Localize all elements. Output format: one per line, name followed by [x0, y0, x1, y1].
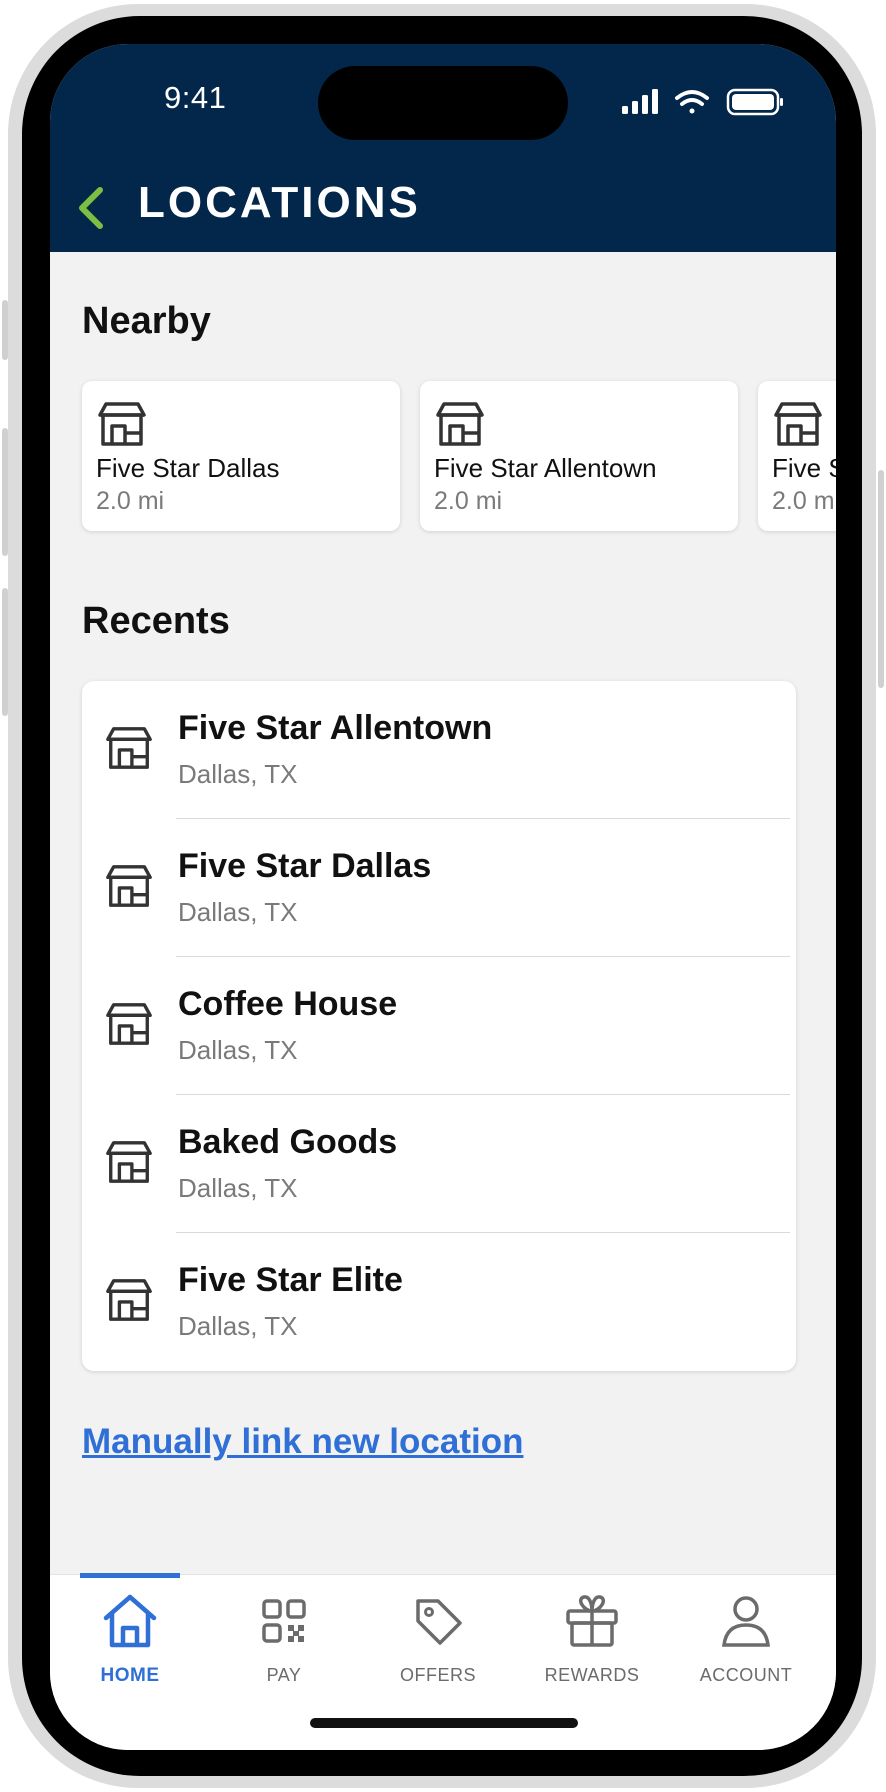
- nearby-card-name: Five Star Allentown: [434, 453, 657, 483]
- store-icon: [106, 1003, 152, 1045]
- recent-location-city: Dallas, TX: [178, 1035, 298, 1065]
- side-button-left-3: [2, 588, 8, 716]
- side-button-left-2: [2, 428, 8, 556]
- recent-location-item[interactable]: Five Star Allentown Dallas, TX: [82, 681, 796, 819]
- signal-icon: [622, 89, 658, 114]
- recent-location-item[interactable]: Five Star Dallas Dallas, TX: [82, 819, 796, 957]
- store-icon: [106, 1279, 152, 1321]
- recents-list: Five Star Allentown Dallas, TX Five Star…: [82, 681, 796, 1371]
- store-icon: [98, 402, 146, 446]
- qr-code-icon: [262, 1599, 306, 1643]
- tab-label: PAY: [266, 1665, 302, 1685]
- recent-location-name: Five Star Elite: [178, 1261, 403, 1299]
- status-time: 9:41: [164, 80, 227, 115]
- nearby-card-name: Five Star Dallas: [96, 453, 280, 483]
- back-chevron-icon[interactable]: [76, 186, 106, 230]
- recent-location-city: Dallas, TX: [178, 1173, 298, 1203]
- tab-home[interactable]: HOME: [60, 1591, 200, 1701]
- nearby-card-distance: 2.0 mi: [96, 487, 165, 515]
- store-icon: [106, 1141, 152, 1183]
- tab-account[interactable]: ACCOUNT: [676, 1591, 816, 1701]
- store-icon: [106, 865, 152, 907]
- tab-label: OFFERS: [399, 1665, 476, 1685]
- recent-location-name: Coffee House: [178, 985, 398, 1023]
- user-icon: [722, 1596, 770, 1647]
- gift-icon: [566, 1595, 618, 1647]
- tab-offers[interactable]: OFFERS: [368, 1591, 508, 1701]
- screen: 9:41 LOCATIONS Nearby Five Star Dallas 2…: [50, 44, 836, 1750]
- recent-location-name: Five Star Allentown: [178, 709, 493, 747]
- manually-link-location-link[interactable]: Manually link new location: [82, 1422, 523, 1462]
- tab-label: HOME: [100, 1665, 160, 1686]
- store-icon: [774, 402, 822, 446]
- nearby-card[interactable]: Five Star Dallas 2.0 mi: [82, 381, 400, 531]
- active-tab-indicator: [80, 1573, 180, 1578]
- page-title: LOCATIONS: [138, 178, 421, 227]
- recent-location-name: Baked Goods: [178, 1123, 398, 1161]
- recent-location-city: Dallas, TX: [178, 897, 298, 927]
- store-icon: [436, 402, 484, 446]
- nearby-carousel[interactable]: Five Star Dallas 2.0 mi Five Star Allent…: [82, 381, 836, 533]
- home-icon: [103, 1594, 157, 1648]
- header-bar: 9:41 LOCATIONS: [50, 44, 836, 252]
- nearby-card-distance: 2.0 mi: [434, 487, 503, 515]
- tab-rewards[interactable]: REWARDS: [522, 1591, 662, 1701]
- nearby-card-name: Five Star: [772, 453, 836, 483]
- recent-location-city: Dallas, TX: [178, 1311, 298, 1341]
- recent-location-item[interactable]: Coffee House Dallas, TX: [82, 957, 796, 1095]
- nearby-heading: Nearby: [82, 300, 211, 342]
- recent-location-item[interactable]: Five Star Elite Dallas, TX: [82, 1233, 796, 1371]
- battery-icon: [726, 88, 783, 116]
- tab-label: ACCOUNT: [699, 1665, 793, 1685]
- recent-location-name: Five Star Dallas: [178, 847, 432, 885]
- nearby-card[interactable]: Five Star Allentown 2.0 mi: [420, 381, 738, 531]
- recent-location-city: Dallas, TX: [178, 759, 298, 789]
- tab-pay[interactable]: PAY: [214, 1591, 354, 1701]
- side-button-right: [878, 470, 884, 688]
- nearby-card-distance: 2.0 mi: [772, 487, 836, 515]
- tab-label: REWARDS: [544, 1665, 640, 1685]
- nearby-card[interactable]: Five Star 2.0 mi: [758, 381, 836, 531]
- recent-location-item[interactable]: Baked Goods Dallas, TX: [82, 1095, 796, 1233]
- wifi-icon: [675, 90, 709, 114]
- store-icon: [106, 727, 152, 769]
- status-icons: [622, 88, 783, 116]
- dynamic-island: [318, 66, 568, 140]
- side-button-left-1: [2, 300, 8, 360]
- tag-icon: [416, 1599, 462, 1645]
- recents-heading: Recents: [82, 600, 230, 642]
- home-indicator[interactable]: [310, 1718, 578, 1728]
